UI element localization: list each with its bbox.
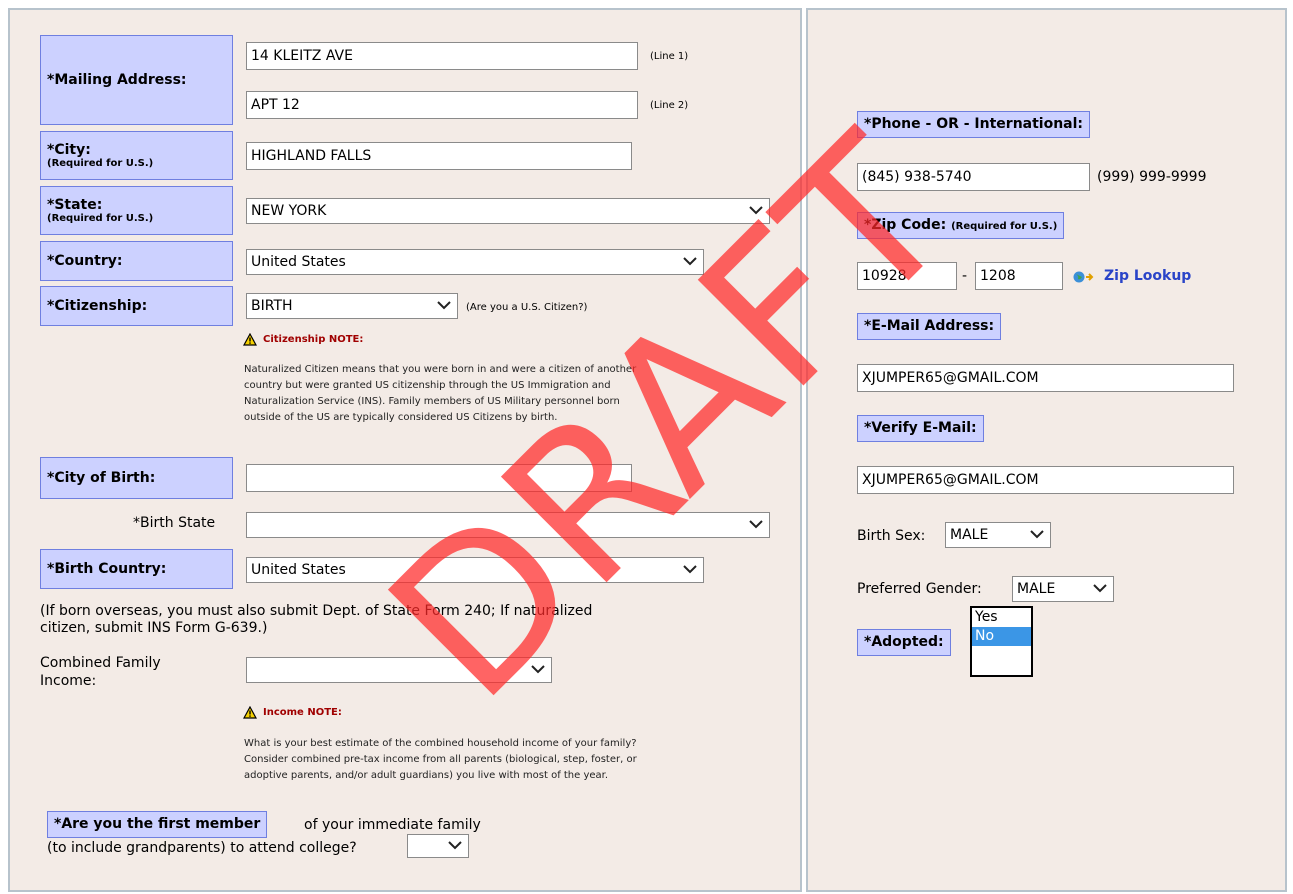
city-label-text: *City: [47, 142, 91, 158]
country-select-value: United States [251, 254, 346, 270]
mailing-address-label-text: *Mailing Address: [47, 72, 187, 88]
first-member-label-text: *Are you the first member [54, 816, 261, 832]
chevron-down-icon [1030, 530, 1044, 539]
preferred-gender-select[interactable]: MALE [1012, 576, 1114, 602]
first-member-label: *Are you the first member [47, 811, 268, 838]
mailing-address-label: *Mailing Address: [40, 35, 233, 125]
citizenship-note-line: Naturalized Citizen means that you were … [244, 364, 637, 375]
globe-icon[interactable] [1073, 270, 1095, 284]
zip-required-note: (Required for U.S.) [951, 221, 1058, 232]
adopted-label-text: *Adopted: [864, 634, 944, 650]
line2-hint: (Line 2) [650, 100, 689, 111]
city-of-birth-label: *City of Birth: [40, 457, 233, 499]
citizenship-select[interactable]: BIRTH [246, 293, 458, 319]
preferred-gender-select-value: MALE [1017, 581, 1056, 597]
citizenship-note-line: outside of the US are typically consider… [244, 412, 558, 423]
citizenship-label-text: *Citizenship: [47, 298, 148, 314]
birth-state-label: *Birth State [133, 515, 216, 531]
citizenship-note-body: Naturalized Citizen means that you were … [244, 362, 636, 426]
income-label-line1: Combined Family [40, 655, 161, 671]
phone-label-text: *Phone - OR - International: [864, 116, 1084, 132]
birth-country-label-text: *Birth Country: [47, 561, 167, 577]
chevron-down-icon [749, 206, 763, 215]
adopted-option-yes[interactable]: Yes [972, 608, 1031, 627]
income-note-body: What is your best estimate of the combin… [244, 736, 637, 784]
citizenship-label: *Citizenship: [40, 286, 233, 326]
chevron-down-icon [1093, 584, 1107, 593]
email-input[interactable]: XJUMPER65@GMAIL.COM [857, 364, 1234, 392]
verify-email-label: *Verify E-Mail: [857, 415, 984, 442]
citizenship-hint: (Are you a U.S. Citizen?) [466, 302, 588, 313]
income-note-title: Income NOTE: [263, 707, 342, 718]
state-select[interactable]: NEW YORK [246, 198, 770, 224]
warning-icon [243, 333, 257, 346]
chevron-down-icon [683, 257, 697, 266]
zip4-input[interactable]: 1208 [975, 262, 1063, 290]
preferred-gender-label: Preferred Gender: [857, 581, 982, 597]
chevron-down-icon [683, 565, 697, 574]
state-label: *State: (Required for U.S.) [40, 186, 233, 235]
state-required-note: (Required for U.S.) [47, 213, 154, 224]
zip-code-label-text: *Zip Code: [864, 217, 947, 233]
birth-sex-select-value: MALE [950, 527, 989, 543]
first-member-text: of your immediate family [304, 817, 481, 833]
citizenship-note-line: Naturalization Service (INS). Family mem… [244, 396, 620, 407]
birth-country-note-line1: (If born overseas, you must also submit … [40, 603, 593, 619]
chevron-down-icon [531, 665, 545, 674]
mailing-address-line2-input[interactable]: APT 12 [246, 91, 638, 119]
city-required-note: (Required for U.S.) [47, 158, 154, 169]
birth-country-note-line2: citizen, submit INS Form G-639.) [40, 620, 268, 636]
phone-label: *Phone - OR - International: [857, 111, 1091, 138]
first-member-select[interactable] [407, 834, 469, 858]
citizenship-select-value: BIRTH [251, 298, 293, 314]
verify-email-label-text: *Verify E-Mail: [864, 420, 977, 436]
mailing-address-line1-input[interactable]: 14 KLEITZ AVE [246, 42, 638, 70]
city-of-birth-label-text: *City of Birth: [47, 470, 156, 486]
phone-format-hint: (999) 999-9999 [1097, 169, 1207, 185]
income-note-line: adoptive parents, and/or adult guardians… [244, 770, 609, 781]
birth-country-label: *Birth Country: [40, 549, 233, 589]
adopted-listbox[interactable]: Yes No [970, 606, 1033, 677]
adopted-option-no[interactable]: No [972, 627, 1031, 646]
birth-state-select[interactable] [246, 512, 770, 538]
income-note-line: What is your best estimate of the combin… [244, 738, 637, 749]
country-label-text: *Country: [47, 253, 123, 269]
email-label: *E-Mail Address: [857, 313, 1002, 340]
birth-sex-select[interactable]: MALE [945, 522, 1051, 548]
income-label-line2: Income: [40, 673, 97, 689]
city-label: *City: (Required for U.S.) [40, 131, 233, 180]
chevron-down-icon [749, 520, 763, 529]
state-select-value: NEW YORK [251, 203, 327, 219]
warning-icon [243, 706, 257, 719]
country-label: *Country: [40, 241, 233, 281]
citizenship-note-title: Citizenship NOTE: [263, 334, 364, 345]
chevron-down-icon [448, 841, 462, 850]
first-member-text-line2: (to include grandparents) to attend coll… [47, 840, 357, 856]
phone-input[interactable]: (845) 938-5740 [857, 163, 1090, 191]
income-select[interactable] [246, 657, 552, 683]
city-of-birth-input[interactable] [246, 464, 632, 492]
verify-email-input[interactable]: XJUMPER65@GMAIL.COM [857, 466, 1234, 494]
zip-code-label: *Zip Code: (Required for U.S.) [857, 212, 1065, 239]
country-select[interactable]: United States [246, 249, 704, 275]
zip-dash: - [962, 268, 968, 284]
adopted-label: *Adopted: [857, 629, 951, 656]
income-note-line: Consider combined pre-tax income from al… [244, 754, 637, 765]
chevron-down-icon [437, 301, 451, 310]
city-input[interactable]: HIGHLAND FALLS [246, 142, 632, 170]
zip5-input[interactable]: 10928 [857, 262, 957, 290]
birth-sex-label: Birth Sex: [857, 528, 926, 544]
citizenship-note-line: country but were granted US citizenship … [244, 380, 611, 391]
email-label-text: *E-Mail Address: [864, 318, 995, 334]
birth-country-select[interactable]: United States [246, 557, 704, 583]
line1-hint: (Line 1) [650, 51, 689, 62]
state-label-text: *State: [47, 197, 103, 213]
right-form-panel [806, 8, 1287, 892]
zip-lookup-link[interactable]: Zip Lookup [1104, 268, 1191, 284]
birth-country-select-value: United States [251, 562, 346, 578]
